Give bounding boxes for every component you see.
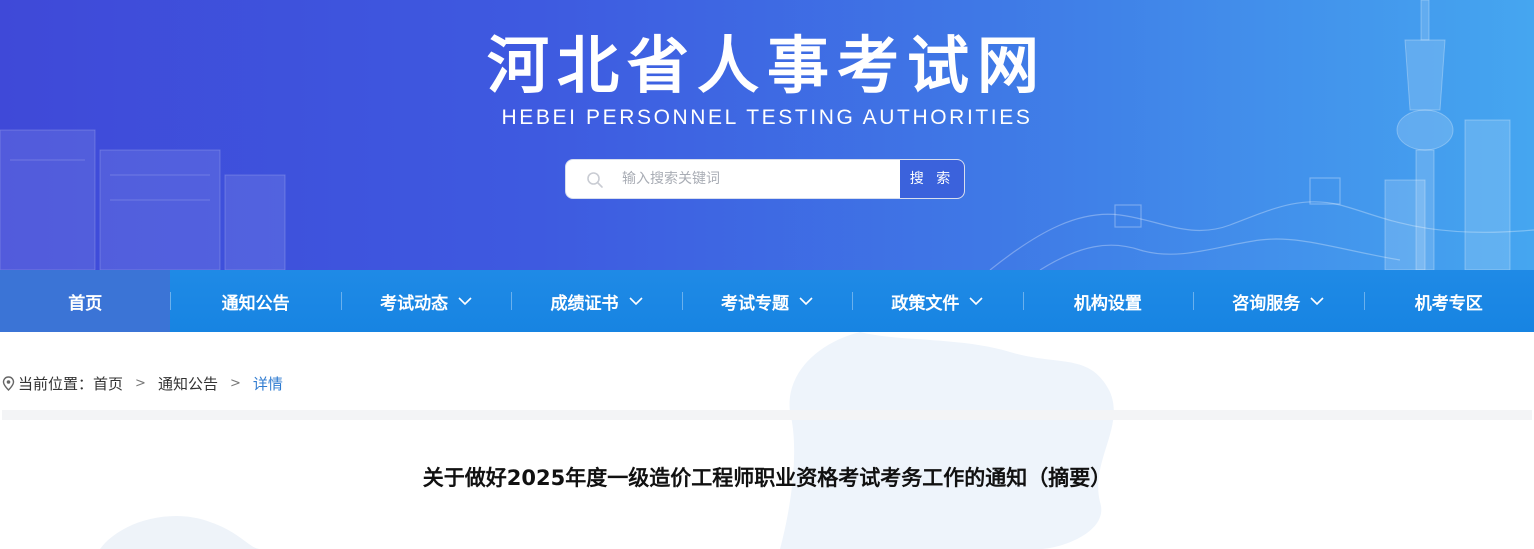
article-title: 关于做好2025年度一级造价工程师职业资格考试考务工作的通知（摘要）	[422, 466, 1112, 490]
nav-item-notices[interactable]: 通知公告	[170, 270, 340, 332]
site-title: 河北省人事考试网	[486, 29, 1047, 102]
search-input[interactable]	[614, 160, 910, 198]
nav-item-label: 机考专区	[1414, 293, 1483, 314]
site-subtitle: HEBEI PERSONNEL TESTING AUTHORITIES	[501, 106, 1033, 129]
nav-item-exam-news[interactable]: 考试动态	[340, 270, 511, 332]
nav-item-scores-certificates[interactable]: 成绩证书	[511, 270, 681, 332]
nav-item-label: 政策文件	[891, 293, 960, 314]
search-box: 搜 索	[565, 159, 965, 199]
nav-item-exam-topics[interactable]: 考试专题	[681, 270, 852, 332]
breadcrumb-separator: >	[135, 375, 146, 391]
chevron-down-icon	[1310, 296, 1324, 305]
breadcrumb: 当前位置： 首页 > 通知公告 > 详情	[2, 372, 283, 394]
section-divider	[2, 410, 1532, 420]
map-watermark	[100, 332, 1114, 549]
nav-item-home[interactable]: 首页	[0, 270, 171, 332]
chevron-down-icon	[799, 296, 813, 305]
nav-item-computer-exam[interactable]: 机考专区	[1363, 270, 1534, 332]
chevron-down-icon	[969, 296, 983, 305]
nav-item-label: 咨询服务	[1232, 293, 1301, 314]
nav-item-organization[interactable]: 机构设置	[1022, 270, 1193, 332]
header-banner: 河北省人事考试网 HEBEI PERSONNEL TESTING AUTHORI…	[0, 0, 1534, 270]
search-icon	[587, 172, 603, 188]
nav-item-policy-documents[interactable]: 政策文件	[852, 270, 1022, 332]
chevron-down-icon	[458, 296, 472, 305]
nav-item-label: 首页	[68, 293, 103, 314]
nav-item-consulting[interactable]: 咨询服务	[1193, 270, 1363, 332]
breadcrumb-separator: >	[229, 375, 241, 391]
nav-item-label: 机构设置	[1073, 293, 1142, 314]
chevron-down-icon	[628, 296, 643, 305]
search-button[interactable]: 搜 索	[899, 160, 964, 198]
main-nav: 首页 通知公告 考试动态 成绩证书 考试专题 政策文件 机构设置 咨询服务 机考…	[0, 270, 1534, 332]
breadcrumb-notices-link[interactable]: 通知公告	[158, 373, 218, 394]
breadcrumb-prefix: 当前位置：	[18, 374, 94, 393]
nav-item-label: 考试动态	[380, 293, 449, 314]
nav-item-label: 通知公告	[221, 293, 290, 314]
location-pin-icon	[2, 375, 15, 391]
nav-item-label: 考试专题	[720, 293, 789, 314]
breadcrumb-current: 详情	[252, 374, 283, 393]
nav-item-label: 成绩证书	[550, 293, 619, 314]
breadcrumb-home-link[interactable]: 首页	[93, 373, 123, 394]
